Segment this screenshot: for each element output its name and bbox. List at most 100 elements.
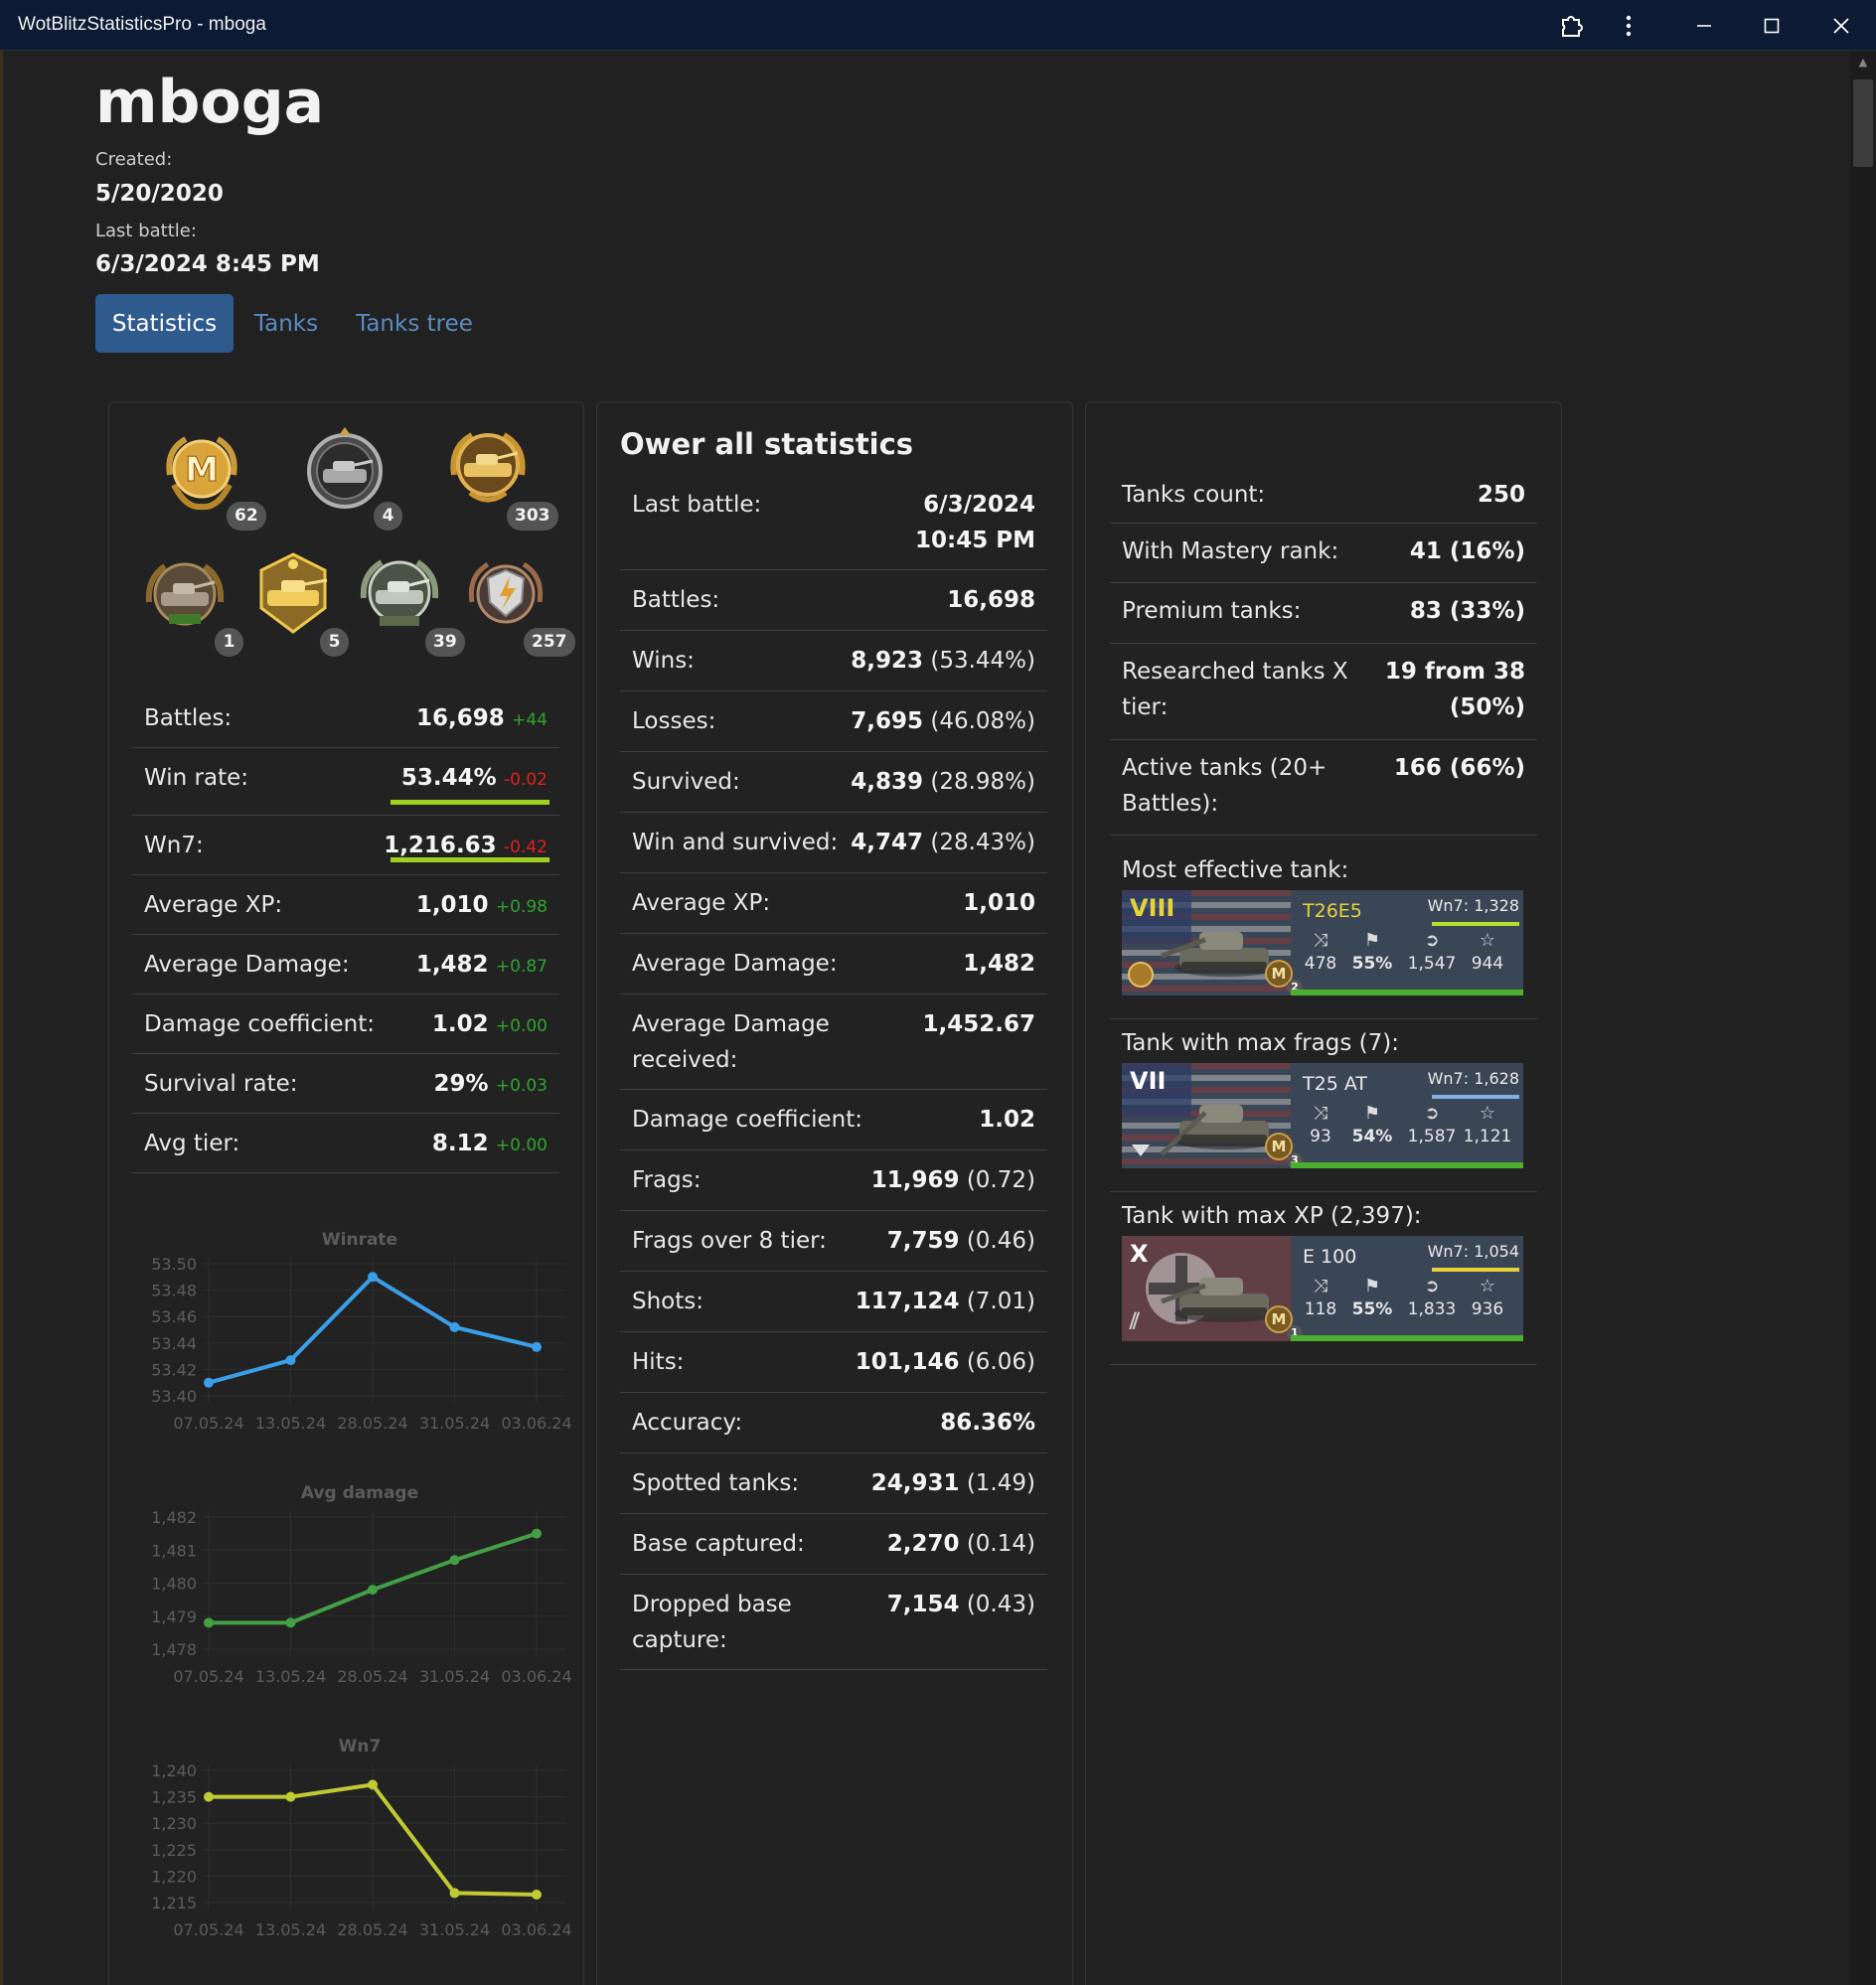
tank-stat-value: 944 [1471, 954, 1504, 974]
tank-tier: VIII [1130, 894, 1175, 922]
tank-stat: ⤨ 118 [1293, 1276, 1348, 1319]
overall-stat-value: 7,759 [886, 1228, 960, 1254]
overall-stat-value-2: 10:45 PM [915, 528, 1035, 553]
tank-stat-value: 1,587 [1407, 1127, 1457, 1146]
tank-stat: ➲ 1,833 [1404, 1276, 1460, 1319]
chart-y-tick-label: 1,478 [151, 1640, 197, 1659]
damage-icon: ➲ [1424, 1103, 1440, 1124]
chart-x-tick-label: 28.05.24 [337, 1414, 407, 1433]
chart-data-point [368, 1779, 378, 1790]
overall-stat-row: Survived: 4,839 (28.98%) [620, 752, 1047, 813]
overall-stat-value-group: 6/3/2024 10:45 PM [915, 487, 1035, 558]
stat-label: Avg tier: [144, 1131, 240, 1156]
tank-name: T26E5 [1303, 900, 1362, 922]
max-frags-tank-label: Tank with max frags (7): [1122, 1030, 1399, 1056]
stat-delta: +0.00 [495, 1016, 547, 1036]
scrollbar-thumb[interactable] [1853, 79, 1873, 167]
tanks-summary-value-group: 19 from 38 (50%) [1385, 654, 1525, 725]
extension-icon[interactable] [1538, 0, 1604, 51]
stat-value-group: 1,010 +0.98 [416, 887, 547, 925]
overall-stat-row: Losses: 7,695 (46.08%) [620, 691, 1047, 752]
stat-label: Win rate: [144, 765, 248, 791]
tank-card[interactable]: X ⫽ M 1 E 100 Wn7: 1,054 ⤨ 118 ⚑ 55% ➲ 1,833 ☆ 936 [1122, 1236, 1523, 1341]
chart-y-tick-label: 1,230 [151, 1814, 197, 1833]
maximize-icon[interactable] [1739, 0, 1804, 51]
summary-stat-row: Battles: 16,698 +44 [132, 688, 559, 748]
overall-stat-label: Frags: [632, 1162, 701, 1198]
divider [1110, 1009, 1537, 1019]
stat-value: 1,482 [415, 952, 489, 978]
tanks-summary-label: Tanks count: [1122, 477, 1265, 513]
damage-icon: ➲ [1424, 1276, 1440, 1297]
winrate-flag-icon: ⚑ [1363, 1276, 1381, 1297]
tank-tier: X [1130, 1240, 1149, 1268]
overall-stat-value-group: 117,124 (7.01) [856, 1284, 1035, 1319]
overall-stat-row: Frags over 8 tier: 7,759 (0.46) [620, 1211, 1047, 1272]
heavy-tank-class-icon: ⫽ [1130, 1309, 1140, 1334]
stat-label: Survival rate: [144, 1071, 298, 1097]
chart-x-tick-label: 13.05.24 [255, 1414, 326, 1433]
stat-delta: +0.03 [495, 1076, 547, 1096]
more-options-icon[interactable] [1596, 0, 1661, 51]
tanks-summary-label-text: Tanks count: [1122, 482, 1266, 508]
silver-tank-badge-icon [354, 548, 445, 640]
stat-delta: -0.42 [504, 838, 547, 857]
tab-tanks-tree[interactable]: Tanks tree [354, 294, 475, 353]
overall-stat-value: 8,923 [851, 648, 924, 674]
tank-card[interactable]: VII M 3 T25 AT Wn7: 1,628 ⤨ 93 ⚑ 54% ➲ 1,587 ☆ 1,121 [1122, 1063, 1523, 1168]
summary-stat-row: Wn7: 1,216.63 -0.42 [132, 816, 559, 875]
stat-label: Wn7: [144, 833, 204, 858]
chart-y-tick-label: 53.40 [151, 1387, 197, 1406]
overall-stat-label: Damage coefficient: [632, 1102, 862, 1138]
overall-stat-ratio: (46.08%) [930, 708, 1035, 734]
overall-stat-value: 1,010 [963, 890, 1035, 916]
close-icon[interactable] [1808, 0, 1874, 51]
tank-stats: ⤨ 478 ⚑ 55% ➲ 1,547 ☆ 944 [1293, 930, 1521, 990]
medal-count: 1 [215, 628, 243, 657]
scroll-up-icon[interactable]: ▲ [1856, 56, 1870, 70]
chart-title: Avg damage [301, 1483, 418, 1503]
stat-value-group: 1.02 +0.00 [432, 1006, 547, 1044]
gold-tank-medal-icon [442, 421, 534, 513]
overall-stat-label: Battles: [632, 582, 719, 618]
overall-stat-label-text: Average Damage [632, 1011, 830, 1037]
damage-icon: ➲ [1424, 930, 1440, 951]
tank-winrate-bar [1291, 1162, 1523, 1168]
overall-stat-label: Average Damage received: [632, 1006, 830, 1078]
overall-stat-label: Win and survived: [632, 825, 838, 860]
premium-icon [1128, 962, 1154, 988]
chart-data-point [285, 1617, 296, 1628]
overall-stat-value: 101,146 [855, 1349, 960, 1375]
overall-stat-value-group: 1.02 [979, 1102, 1035, 1138]
tab-statistics[interactable]: Statistics [95, 294, 234, 353]
chart-x-tick-label: 07.05.24 [173, 1414, 243, 1433]
tank-card[interactable]: VIII M 2 T26E5 Wn7: 1,328 ⤨ 478 ⚑ 55% ➲ 1,547 ☆ 944 [1122, 890, 1523, 995]
tank-tier: VII [1130, 1067, 1167, 1095]
tank-stat: ☆ 1,121 [1460, 1103, 1515, 1146]
overall-stat-value: 86.36% [940, 1410, 1035, 1436]
tanks-summary-label-text-2: tier: [1122, 694, 1169, 720]
overall-stat-value: 117,124 [855, 1289, 960, 1314]
overall-stat-value: 7,695 [851, 708, 924, 734]
overall-stat-label: Average Damage: [632, 946, 838, 982]
tanks-summary-row: Tanks count: 250 [1110, 467, 1537, 524]
overall-stat-ratio: (0.46) [966, 1228, 1035, 1254]
tank-stats: ⤨ 118 ⚑ 55% ➲ 1,833 ☆ 936 [1293, 1276, 1521, 1335]
tanks-summary-label-text: Researched tanks X [1122, 659, 1348, 685]
overall-stat-label-text: Shots: [632, 1289, 704, 1314]
vertical-scrollbar[interactable] [1850, 51, 1876, 1985]
tab-tanks[interactable]: Tanks [248, 294, 324, 353]
overall-stat-value: 1,452.67 [922, 1011, 1036, 1037]
tank-stat: ⚑ 54% [1344, 1103, 1400, 1146]
chart-x-tick-label: 03.06.24 [501, 1667, 571, 1686]
minimize-icon[interactable] [1671, 0, 1737, 51]
stat-label: Average Damage: [144, 952, 350, 978]
chart-y-tick-label: 1,220 [151, 1867, 197, 1886]
chart-y-tick-label: 1,481 [151, 1541, 197, 1560]
summary-stat-row: Average Damage: 1,482 +0.87 [132, 935, 559, 994]
stat-value-group: 53.44% -0.02 [401, 760, 547, 798]
overall-stat-label: Frags over 8 tier: [632, 1223, 827, 1259]
overall-stat-ratio: (28.43%) [930, 830, 1035, 855]
shield-lightning-medal-icon [460, 548, 551, 640]
tank-stat-value: 55% [1351, 1299, 1393, 1319]
